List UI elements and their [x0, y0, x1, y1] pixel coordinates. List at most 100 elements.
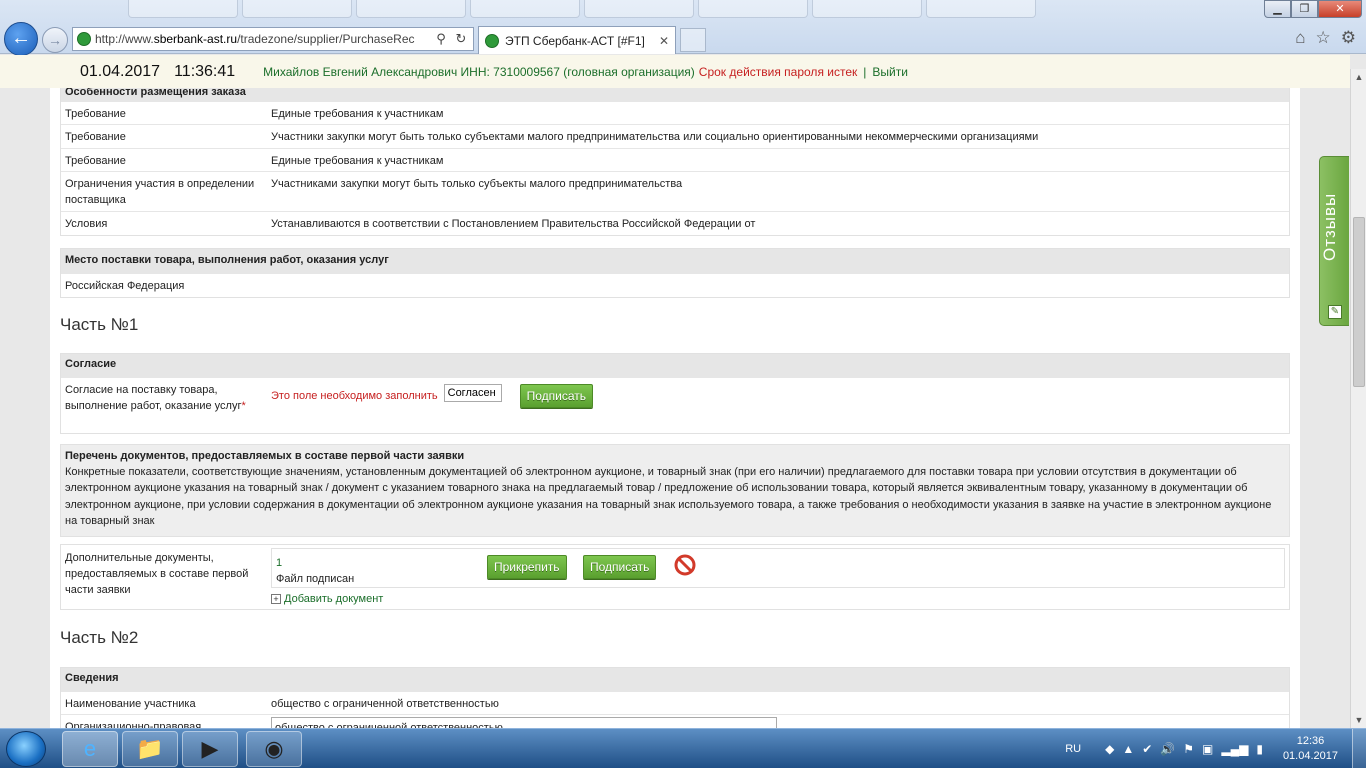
- additional-docs-row: Дополнительные документы, предоставляемы…: [61, 545, 1289, 610]
- org-form-label: Организационно-правовая: [65, 721, 202, 728]
- maximize-button[interactable]: ❐: [1291, 0, 1318, 18]
- table-row: Требование Единые требования к участника…: [61, 148, 1289, 171]
- minimize-button[interactable]: ▁: [1264, 0, 1291, 18]
- additional-docs-section: Дополнительные документы, предоставляемы…: [60, 544, 1290, 610]
- table-row: Организационно-правовая общество с огран…: [61, 714, 1289, 728]
- file-box: 1 Файл подписан Прикрепить Подписать: [271, 548, 1285, 588]
- forward-button[interactable]: →: [42, 27, 68, 53]
- ghost-tab[interactable]: [242, 0, 352, 18]
- scroll-down-icon[interactable]: ▼: [1351, 712, 1366, 728]
- window-controls: ▁ ❐ ✕: [1264, 0, 1362, 18]
- info-title: Сведения: [61, 668, 1289, 691]
- org-form-field[interactable]: общество с ограниченной ответственностью: [271, 717, 777, 728]
- consent-label: Согласие на поставку товара, выполнение …: [65, 384, 242, 412]
- add-document-link[interactable]: Добавить документ: [284, 591, 383, 607]
- home-icon[interactable]: ⌂: [1295, 28, 1305, 48]
- tray-update-icon[interactable]: ✔: [1142, 742, 1152, 756]
- taskbar-internet-explorer[interactable]: e: [62, 731, 118, 767]
- sberbank-logo-icon: [77, 32, 91, 46]
- ghost-tab[interactable]: [926, 0, 1036, 18]
- volume-icon[interactable]: 🔊: [1160, 742, 1175, 756]
- ghost-tab[interactable]: [356, 0, 466, 18]
- scroll-thumb[interactable]: [1353, 217, 1365, 387]
- main-content: Особенности размещения заказа Требование…: [50, 88, 1300, 728]
- info-section: Сведения Наименование участника общество…: [60, 667, 1290, 728]
- consent-label-wrap: Согласие на поставку товара, выполнение …: [61, 378, 267, 433]
- vertical-scrollbar[interactable]: ▲ ▼: [1350, 69, 1366, 728]
- url-prefix: http://www.: [95, 32, 154, 46]
- header-date: 01.04.2017: [80, 62, 161, 80]
- system-tray: RU ◆ ▲ ✔ 🔊 ⚑ ▣ ▂▄▆ ▮ 12:36 01.04.2017: [1065, 729, 1366, 768]
- refresh-icon[interactable]: ↻: [453, 31, 469, 47]
- show-desktop-button[interactable]: [1352, 729, 1366, 768]
- ghost-tab[interactable]: [584, 0, 694, 18]
- placement-title: Особенности размещения заказа: [61, 88, 1289, 101]
- tray-power-icon[interactable]: ▮: [1256, 742, 1263, 756]
- plus-icon: +: [271, 594, 281, 604]
- url-path: /tradezone/supplier/PurchaseRec: [237, 32, 415, 46]
- feedback-label: Отзывы: [1320, 192, 1339, 262]
- delivery-section: Место поставки товара, выполнения работ,…: [60, 248, 1290, 298]
- additional-docs-label: Дополнительные документы, предоставляемы…: [65, 552, 249, 596]
- scroll-up-icon[interactable]: ▲: [1351, 69, 1366, 85]
- row-label: Условия: [65, 218, 108, 230]
- taskbar-explorer[interactable]: 📁: [122, 731, 178, 767]
- consent-controls: Это поле необходимо заполнить Подписать: [267, 378, 1289, 433]
- language-indicator[interactable]: RU: [1065, 743, 1081, 755]
- tray-device-icon[interactable]: ▣: [1202, 742, 1213, 756]
- network-signal-icon[interactable]: ▂▄▆: [1221, 742, 1248, 756]
- feedback-tab[interactable]: Отзывы ✎: [1319, 156, 1349, 326]
- tray-date: 01.04.2017: [1282, 750, 1338, 762]
- url-text[interactable]: http://www.sberbank-ast.ru/tradezone/sup…: [95, 32, 429, 46]
- tab-close-icon[interactable]: ✕: [659, 34, 669, 48]
- sign-file-button[interactable]: Подписать: [583, 555, 657, 579]
- taskbar-chrome[interactable]: ◉: [246, 731, 302, 767]
- row-label: Требование: [65, 131, 126, 143]
- settings-gear-icon[interactable]: ⚙: [1341, 28, 1356, 48]
- ghost-tab[interactable]: [128, 0, 238, 18]
- back-button[interactable]: ←: [4, 22, 38, 56]
- row-value: Устанавливаются в соответствии с Постано…: [271, 218, 756, 230]
- favorites-star-icon[interactable]: ☆: [1316, 28, 1331, 48]
- delivery-value: Российская Федерация: [65, 280, 185, 292]
- ghost-tab[interactable]: [470, 0, 580, 18]
- consent-sign-button[interactable]: Подписать: [519, 384, 594, 408]
- row-label: Требование: [65, 155, 126, 167]
- required-error: Это поле необходимо заполнить: [271, 390, 438, 402]
- close-window-button[interactable]: ✕: [1318, 0, 1362, 18]
- tray-security-icon[interactable]: ◆: [1105, 742, 1114, 756]
- consent-row: Согласие на поставку товара, выполнение …: [61, 377, 1289, 433]
- tray-clock[interactable]: 12:36 01.04.2017: [1283, 734, 1338, 764]
- row-label: Требование: [65, 108, 126, 120]
- browser-tab-active[interactable]: ЭТП Сбербанк-АСТ [#F1] ✕: [478, 26, 676, 54]
- start-button[interactable]: [6, 731, 46, 767]
- tray-time: 12:36: [1296, 735, 1325, 747]
- org-form-cell: общество с ограниченной ответственностью: [267, 715, 1289, 728]
- row-value: Участниками закупки могут быть только су…: [271, 178, 683, 190]
- new-tab-button[interactable]: [680, 28, 706, 52]
- address-bar[interactable]: http://www.sberbank-ast.ru/tradezone/sup…: [72, 27, 474, 51]
- add-document-row[interactable]: + Добавить документ: [271, 591, 1285, 607]
- media-player-icon: ▶: [201, 736, 219, 761]
- tray-shield-icon[interactable]: ▲: [1122, 742, 1134, 756]
- docs-section: Перечень документов, предоставляемых в с…: [60, 444, 1290, 537]
- header-user-info: Михайлов Евгений Александрович ИНН: 7310…: [263, 64, 695, 79]
- consent-input[interactable]: [443, 384, 502, 402]
- file-name-link[interactable]: 1: [276, 555, 282, 571]
- tray-flag-icon[interactable]: ⚑: [1183, 742, 1194, 756]
- attach-button[interactable]: Прикрепить: [487, 555, 567, 579]
- delete-prohibited-icon[interactable]: [674, 554, 696, 576]
- participant-label: Наименование участника: [65, 698, 196, 710]
- logout-link[interactable]: Выйти: [872, 65, 908, 79]
- browser-chrome: ▁ ❐ ✕ ← → http://www.sberbank-ast.ru/tra…: [0, 0, 1366, 56]
- ghost-tab[interactable]: [812, 0, 922, 18]
- table-row: Ограничения участия в определении постав…: [61, 171, 1289, 211]
- site-header: 01.04.2017 11:36:41 Михайлов Евгений Але…: [0, 55, 1350, 88]
- ghost-tab[interactable]: [698, 0, 808, 18]
- arrow-right-icon: →: [48, 32, 62, 48]
- search-icon[interactable]: ⚲: [433, 31, 449, 47]
- additional-docs-area: 1 Файл подписан Прикрепить Подписать + Д…: [267, 545, 1289, 610]
- arrow-left-icon: ←: [11, 27, 31, 49]
- docs-description: Конкретные показатели, соответствующие з…: [65, 466, 1272, 528]
- taskbar-media-player[interactable]: ▶: [182, 731, 238, 767]
